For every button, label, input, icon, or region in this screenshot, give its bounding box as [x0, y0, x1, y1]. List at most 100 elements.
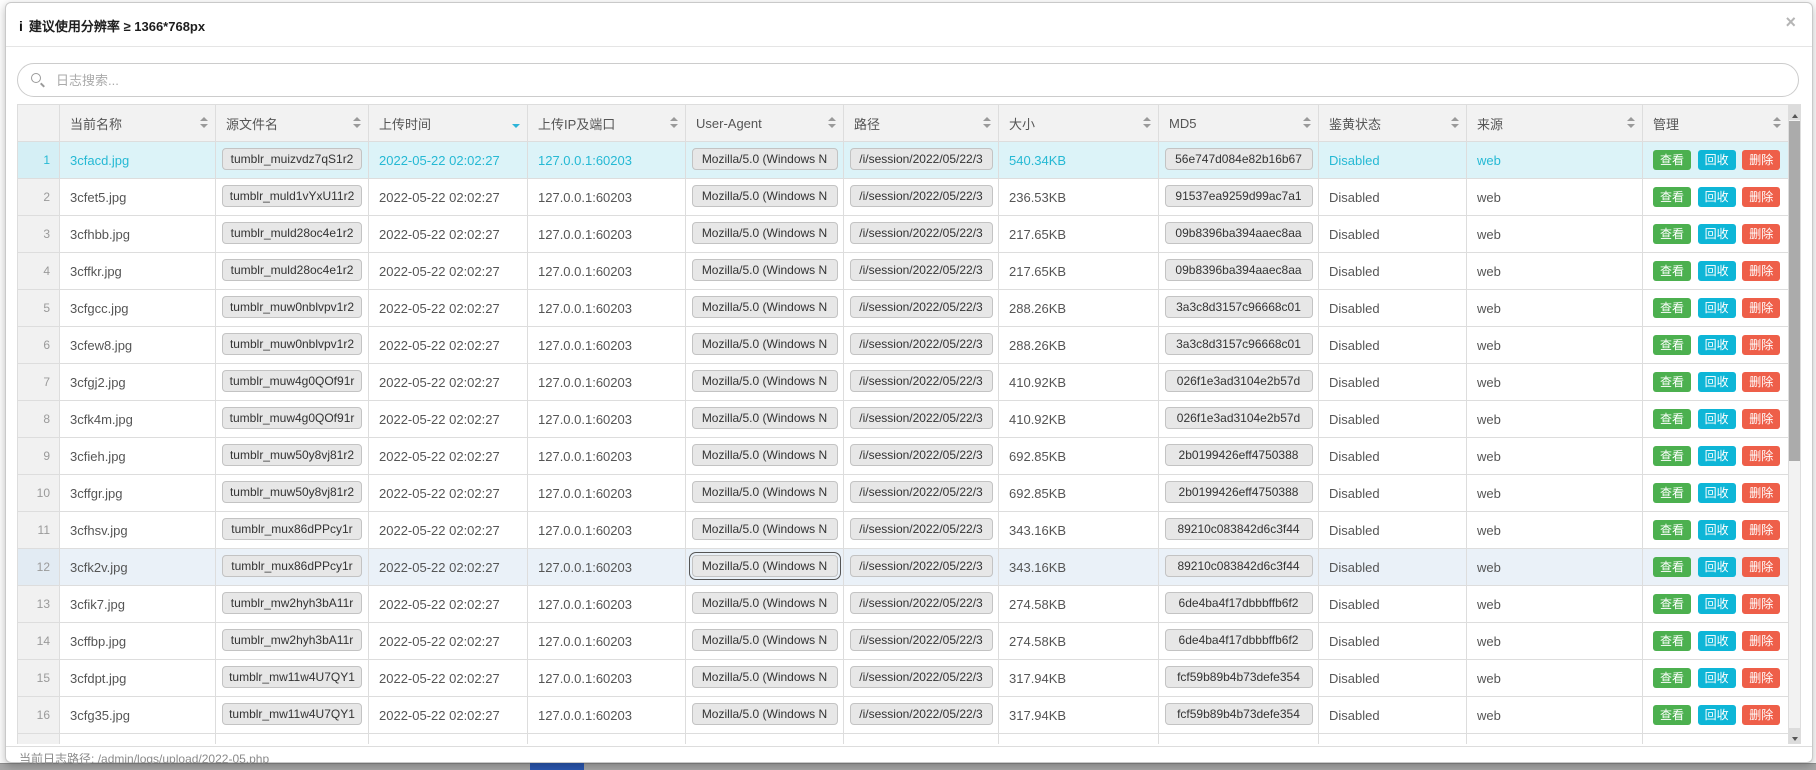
header-manage[interactable]: 管理 — [1643, 105, 1789, 142]
recycle-button[interactable]: 回收 — [1698, 298, 1736, 318]
cell-current-name: 3cffkr.jpg — [60, 253, 216, 290]
cell-source-file: tumblr_muizvdz7qS1r2 — [216, 142, 369, 179]
delete-button[interactable]: 删除 — [1742, 372, 1780, 392]
cell-upload-ip: 127.0.0.1:60203 — [528, 364, 686, 401]
recycle-button[interactable]: 回收 — [1698, 705, 1736, 725]
view-button[interactable]: 查看 — [1653, 298, 1691, 318]
recycle-button[interactable]: 回收 — [1698, 187, 1736, 207]
delete-button[interactable]: 删除 — [1742, 261, 1780, 281]
delete-button[interactable]: 删除 — [1742, 594, 1780, 614]
view-button[interactable]: 查看 — [1653, 409, 1691, 429]
header-porn-status[interactable]: 鉴黄状态 — [1319, 105, 1467, 142]
delete-button[interactable]: 删除 — [1742, 298, 1780, 318]
header-size[interactable]: 大小 — [999, 105, 1159, 142]
view-button[interactable]: 查看 — [1653, 483, 1691, 503]
path-badge: /i/session/2022/05/22/3 — [850, 296, 993, 318]
header-origin[interactable]: 来源 — [1467, 105, 1643, 142]
recycle-button[interactable]: 回收 — [1698, 631, 1736, 651]
delete-button[interactable]: 删除 — [1742, 705, 1780, 725]
view-button[interactable]: 查看 — [1653, 261, 1691, 281]
recycle-button[interactable]: 回收 — [1698, 261, 1736, 281]
md5-badge: 56e747d084e82b16b67 — [1165, 148, 1313, 170]
cell-user-agent: Mozilla/5.0 (Windows N — [686, 549, 844, 586]
header-upload-time[interactable]: 上传时间 — [369, 105, 528, 142]
row-index: 2 — [18, 179, 60, 216]
vertical-scrollbar[interactable] — [1788, 104, 1801, 744]
delete-button[interactable]: 删除 — [1742, 446, 1780, 466]
view-button[interactable]: 查看 — [1653, 668, 1691, 688]
source-file-badge: tumblr_mw11w4U7QY1 — [222, 703, 362, 725]
cell-size: 236.53KB — [999, 179, 1159, 216]
view-button[interactable]: 查看 — [1653, 631, 1691, 651]
delete-button[interactable]: 删除 — [1742, 150, 1780, 170]
delete-button[interactable]: 删除 — [1742, 631, 1780, 651]
recycle-button[interactable]: 回收 — [1698, 668, 1736, 688]
delete-button[interactable]: 删除 — [1742, 668, 1780, 688]
cell-size: 317.94KB — [999, 660, 1159, 697]
cell-actions: 查看 回收 删除 — [1643, 697, 1789, 734]
header-current-name[interactable]: 当前名称 — [60, 105, 216, 142]
path-badge: /i/session/2022/05/22/3 — [850, 703, 993, 725]
header-upload-ip[interactable]: 上传IP及端口 — [528, 105, 686, 142]
view-button[interactable]: 查看 — [1653, 150, 1691, 170]
cell-current-name: 3cffbp.jpg — [60, 623, 216, 660]
view-button[interactable]: 查看 — [1653, 520, 1691, 540]
cell-md5 — [1159, 734, 1319, 745]
path-badge: /i/session/2022/05/22/3 — [850, 407, 993, 429]
recycle-button[interactable]: 回收 — [1698, 520, 1736, 540]
cell-md5: 3a3c8d3157c96668c01 — [1159, 290, 1319, 327]
recycle-button[interactable]: 回收 — [1698, 335, 1736, 355]
recycle-button[interactable]: 回收 — [1698, 557, 1736, 577]
recycle-button[interactable]: 回收 — [1698, 483, 1736, 503]
row-index: 3 — [18, 216, 60, 253]
delete-button[interactable]: 删除 — [1742, 483, 1780, 503]
view-button[interactable]: 查看 — [1653, 372, 1691, 392]
sort-icon — [353, 117, 361, 130]
header-user-agent[interactable]: User-Agent — [686, 105, 844, 142]
cell-path — [844, 734, 999, 745]
header-source-file[interactable]: 源文件名 — [216, 105, 369, 142]
cell-actions: 查看 回收 删除 — [1643, 549, 1789, 586]
view-button[interactable]: 查看 — [1653, 594, 1691, 614]
delete-button[interactable]: 删除 — [1742, 557, 1780, 577]
delete-button[interactable]: 删除 — [1742, 409, 1780, 429]
recycle-button[interactable]: 回收 — [1698, 409, 1736, 429]
view-button[interactable]: 查看 — [1653, 187, 1691, 207]
view-button[interactable]: 查看 — [1653, 335, 1691, 355]
scroll-up-arrow-icon[interactable] — [1789, 105, 1800, 120]
path-badge: /i/session/2022/05/22/3 — [850, 592, 993, 614]
header-path[interactable]: 路径 — [844, 105, 999, 142]
user-agent-badge: Mozilla/5.0 (Windows N — [692, 703, 838, 725]
recycle-button[interactable]: 回收 — [1698, 224, 1736, 244]
recycle-button[interactable]: 回收 — [1698, 150, 1736, 170]
scrollbar-thumb[interactable] — [1789, 121, 1800, 461]
source-file-badge: tumblr_mux86dPPcy1r — [222, 518, 362, 540]
sort-icon — [828, 117, 836, 130]
view-button[interactable]: 查看 — [1653, 557, 1691, 577]
cell-md5: 56e747d084e82b16b67 — [1159, 142, 1319, 179]
cell-path: /i/session/2022/05/22/3 — [844, 216, 999, 253]
recycle-button[interactable]: 回收 — [1698, 372, 1736, 392]
delete-button[interactable]: 删除 — [1742, 224, 1780, 244]
search-input[interactable] — [17, 63, 1799, 97]
md5-badge: 6de4ba4f17dbbbffb6f2 — [1165, 592, 1313, 614]
view-button[interactable]: 查看 — [1653, 446, 1691, 466]
delete-button[interactable]: 删除 — [1742, 335, 1780, 355]
view-button[interactable]: 查看 — [1653, 705, 1691, 725]
table-row: 8 3cfk4m.jpg tumblr_muw4g0QOf91r 2022-05… — [18, 401, 1789, 438]
md5-badge: 89210c083842d6c3f44 — [1165, 555, 1313, 577]
modal-title-text: 建议使用分辨率 ≥ 1366*768px — [29, 19, 205, 34]
cell-origin: web — [1467, 512, 1643, 549]
recycle-button[interactable]: 回收 — [1698, 594, 1736, 614]
cell-md5: 6de4ba4f17dbbbffb6f2 — [1159, 586, 1319, 623]
scroll-down-arrow-icon[interactable] — [1789, 728, 1800, 743]
view-button[interactable]: 查看 — [1653, 224, 1691, 244]
recycle-button[interactable]: 回收 — [1698, 446, 1736, 466]
header-md5[interactable]: MD5 — [1159, 105, 1319, 142]
delete-button[interactable]: 删除 — [1742, 520, 1780, 540]
close-icon[interactable]: × — [1785, 13, 1796, 31]
cell-current-name: 3cfk4m.jpg — [60, 401, 216, 438]
cell-upload-time: 2022-05-22 02:02:27 — [369, 142, 528, 179]
cell-size: 343.16KB — [999, 549, 1159, 586]
delete-button[interactable]: 删除 — [1742, 187, 1780, 207]
